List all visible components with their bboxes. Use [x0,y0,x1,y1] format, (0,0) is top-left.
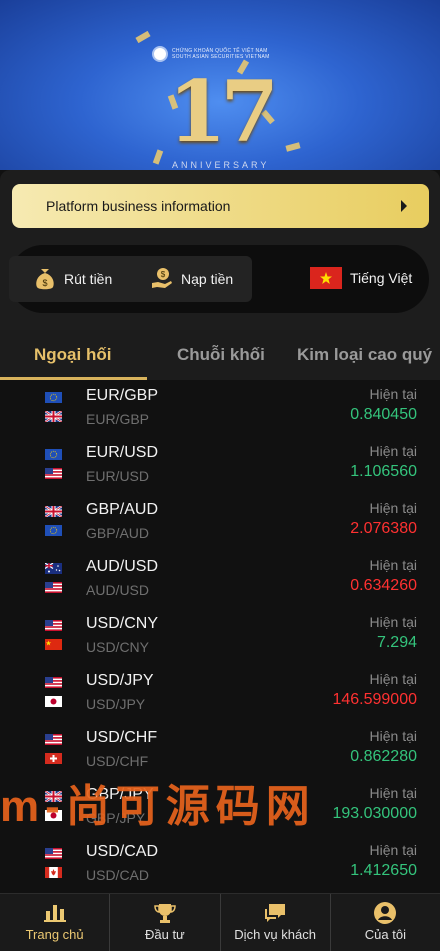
us-flag-icon [45,677,62,688]
withdraw-label: Rút tiền [64,271,113,287]
watermark-text: m-尚可源码网 [0,782,316,831]
quote-row[interactable]: EUR/GBP EUR/GBP Hiện tại 0.840450 [0,380,440,437]
svg-text:$: $ [161,270,166,279]
pair-subtitle: EUR/USD [86,468,150,484]
current-price-label: Hiện tại [369,386,417,402]
svg-text:$: $ [42,278,47,288]
anniversary-text: ANNIVERSARY [172,160,270,170]
us-flag-icon [45,620,62,631]
current-price-label: Hiện tại [369,842,417,858]
switzerland-flag-icon [45,753,62,764]
uk-flag-icon [45,506,62,517]
uk-flag-icon [45,411,62,422]
eu-flag-icon [45,392,62,403]
canada-flag-icon [45,867,62,878]
current-price: 0.862280 [350,748,417,765]
pair-subtitle: USD/CNY [86,639,150,655]
pair-subtitle: EUR/GBP [86,411,150,427]
tab-forex[interactable]: Ngoại hối [34,345,111,365]
deposit-label: Nạp tiền [181,271,234,287]
us-flag-icon [45,468,62,479]
japan-flag-icon [45,696,62,707]
pair-subtitle: AUD/USD [86,582,150,598]
language-selector[interactable]: Tiếng Việt [310,267,412,289]
vietnam-flag-icon [310,267,342,289]
trophy-icon [154,904,176,923]
pair-symbol: USD/CNY [86,615,159,632]
current-price: 146.599000 [332,691,417,708]
pair-symbol: EUR/USD [86,444,159,461]
nav-customer-service[interactable]: Dịch vụ khách [221,894,331,951]
current-price: 1.412650 [350,862,417,879]
withdraw-button[interactable]: $ Rút tiền [34,267,112,291]
nav-profile[interactable]: Của tôi [331,894,440,951]
us-flag-icon [45,582,62,593]
chevron-right-icon [401,200,407,212]
nav-profile-label: Của tôi [364,927,406,942]
tab-blockchain[interactable]: Chuỗi khối [177,345,265,365]
australia-flag-icon [45,563,62,574]
chat-icon [265,904,286,922]
current-price: 0.840450 [350,406,417,423]
brand-logo: CHỨNG KHOÁN QUỐC TẾ VIỆT NAM SOUTH ASIAN… [152,46,270,62]
quote-row[interactable]: USD/CNY USD/CNY Hiện tại 7.294 [0,608,440,665]
current-price-label: Hiện tại [369,500,417,516]
quote-row[interactable]: USD/JPY USD/JPY Hiện tại 146.599000 [0,665,440,722]
current-price-label: Hiện tại [369,614,417,630]
anniversary-number: 17 [168,62,279,161]
business-info-banner[interactable]: Platform business information [12,184,429,228]
us-flag-icon [45,734,62,745]
nav-invest-label: Đầu tư [144,927,185,942]
quote-row[interactable]: EUR/USD EUR/USD Hiện tại 1.106560 [0,437,440,494]
eu-flag-icon [45,449,62,460]
hand-coin-icon: $ [152,268,172,288]
pair-symbol: USD/JPY [86,672,154,689]
china-flag-icon [45,639,62,650]
nav-invest[interactable]: Đầu tư [110,894,221,951]
tab-precious-metals[interactable]: Kim loại cao quý [297,345,432,365]
money-bag-icon: $ [36,269,54,290]
language-label: Tiếng Việt [350,270,413,286]
nav-customer-service-label: Dịch vụ khách [234,927,316,942]
deposit-button[interactable]: $ Nạp tiền [151,267,233,291]
logo-mark-icon [152,46,168,62]
current-price-label: Hiện tại [369,557,417,573]
bar-chart-icon [43,905,66,922]
pair-subtitle: USD/CHF [86,753,149,769]
quote-row[interactable]: USD/CAD USD/CAD Hiện tại 1.412650 [0,836,440,893]
pair-symbol: GBP/AUD [86,501,159,518]
user-icon [374,902,397,924]
pair-symbol: EUR/GBP [86,387,159,404]
pair-symbol: USD/CHF [86,729,158,746]
pair-subtitle: USD/JPY [86,696,146,712]
pair-symbol: USD/CAD [86,843,159,860]
current-price-label: Hiện tại [369,671,417,687]
nav-home[interactable]: Trang chủ [0,894,111,951]
brand-line-2: SOUTH ASIAN SECURITIES VIETNAM [172,54,270,60]
quote-row[interactable]: AUD/USD AUD/USD Hiện tại 0.634260 [0,551,440,608]
pair-subtitle: GBP/AUD [86,525,150,541]
business-info-label: Platform business information [46,198,231,214]
bottom-nav: Trang chủ Đầu tư Dịch vụ khách Của tôi [0,893,440,951]
us-flag-icon [45,848,62,859]
anniversary-banner[interactable]: CHỨNG KHOÁN QUỐC TẾ VIỆT NAM SOUTH ASIAN… [0,0,440,170]
current-price: 0.634260 [350,577,417,594]
current-price: 1.106560 [350,463,417,480]
current-price-label: Hiện tại [369,728,417,744]
current-price: 7.294 [376,634,417,651]
current-price: 2.076380 [350,520,417,537]
eu-flag-icon [45,525,62,536]
current-price-label: Hiện tại [369,443,417,459]
pair-subtitle: USD/CAD [86,867,150,883]
pair-symbol: AUD/USD [86,558,159,575]
quote-row[interactable]: GBP/AUD GBP/AUD Hiện tại 2.076380 [0,494,440,551]
nav-home-label: Trang chủ [25,927,84,942]
